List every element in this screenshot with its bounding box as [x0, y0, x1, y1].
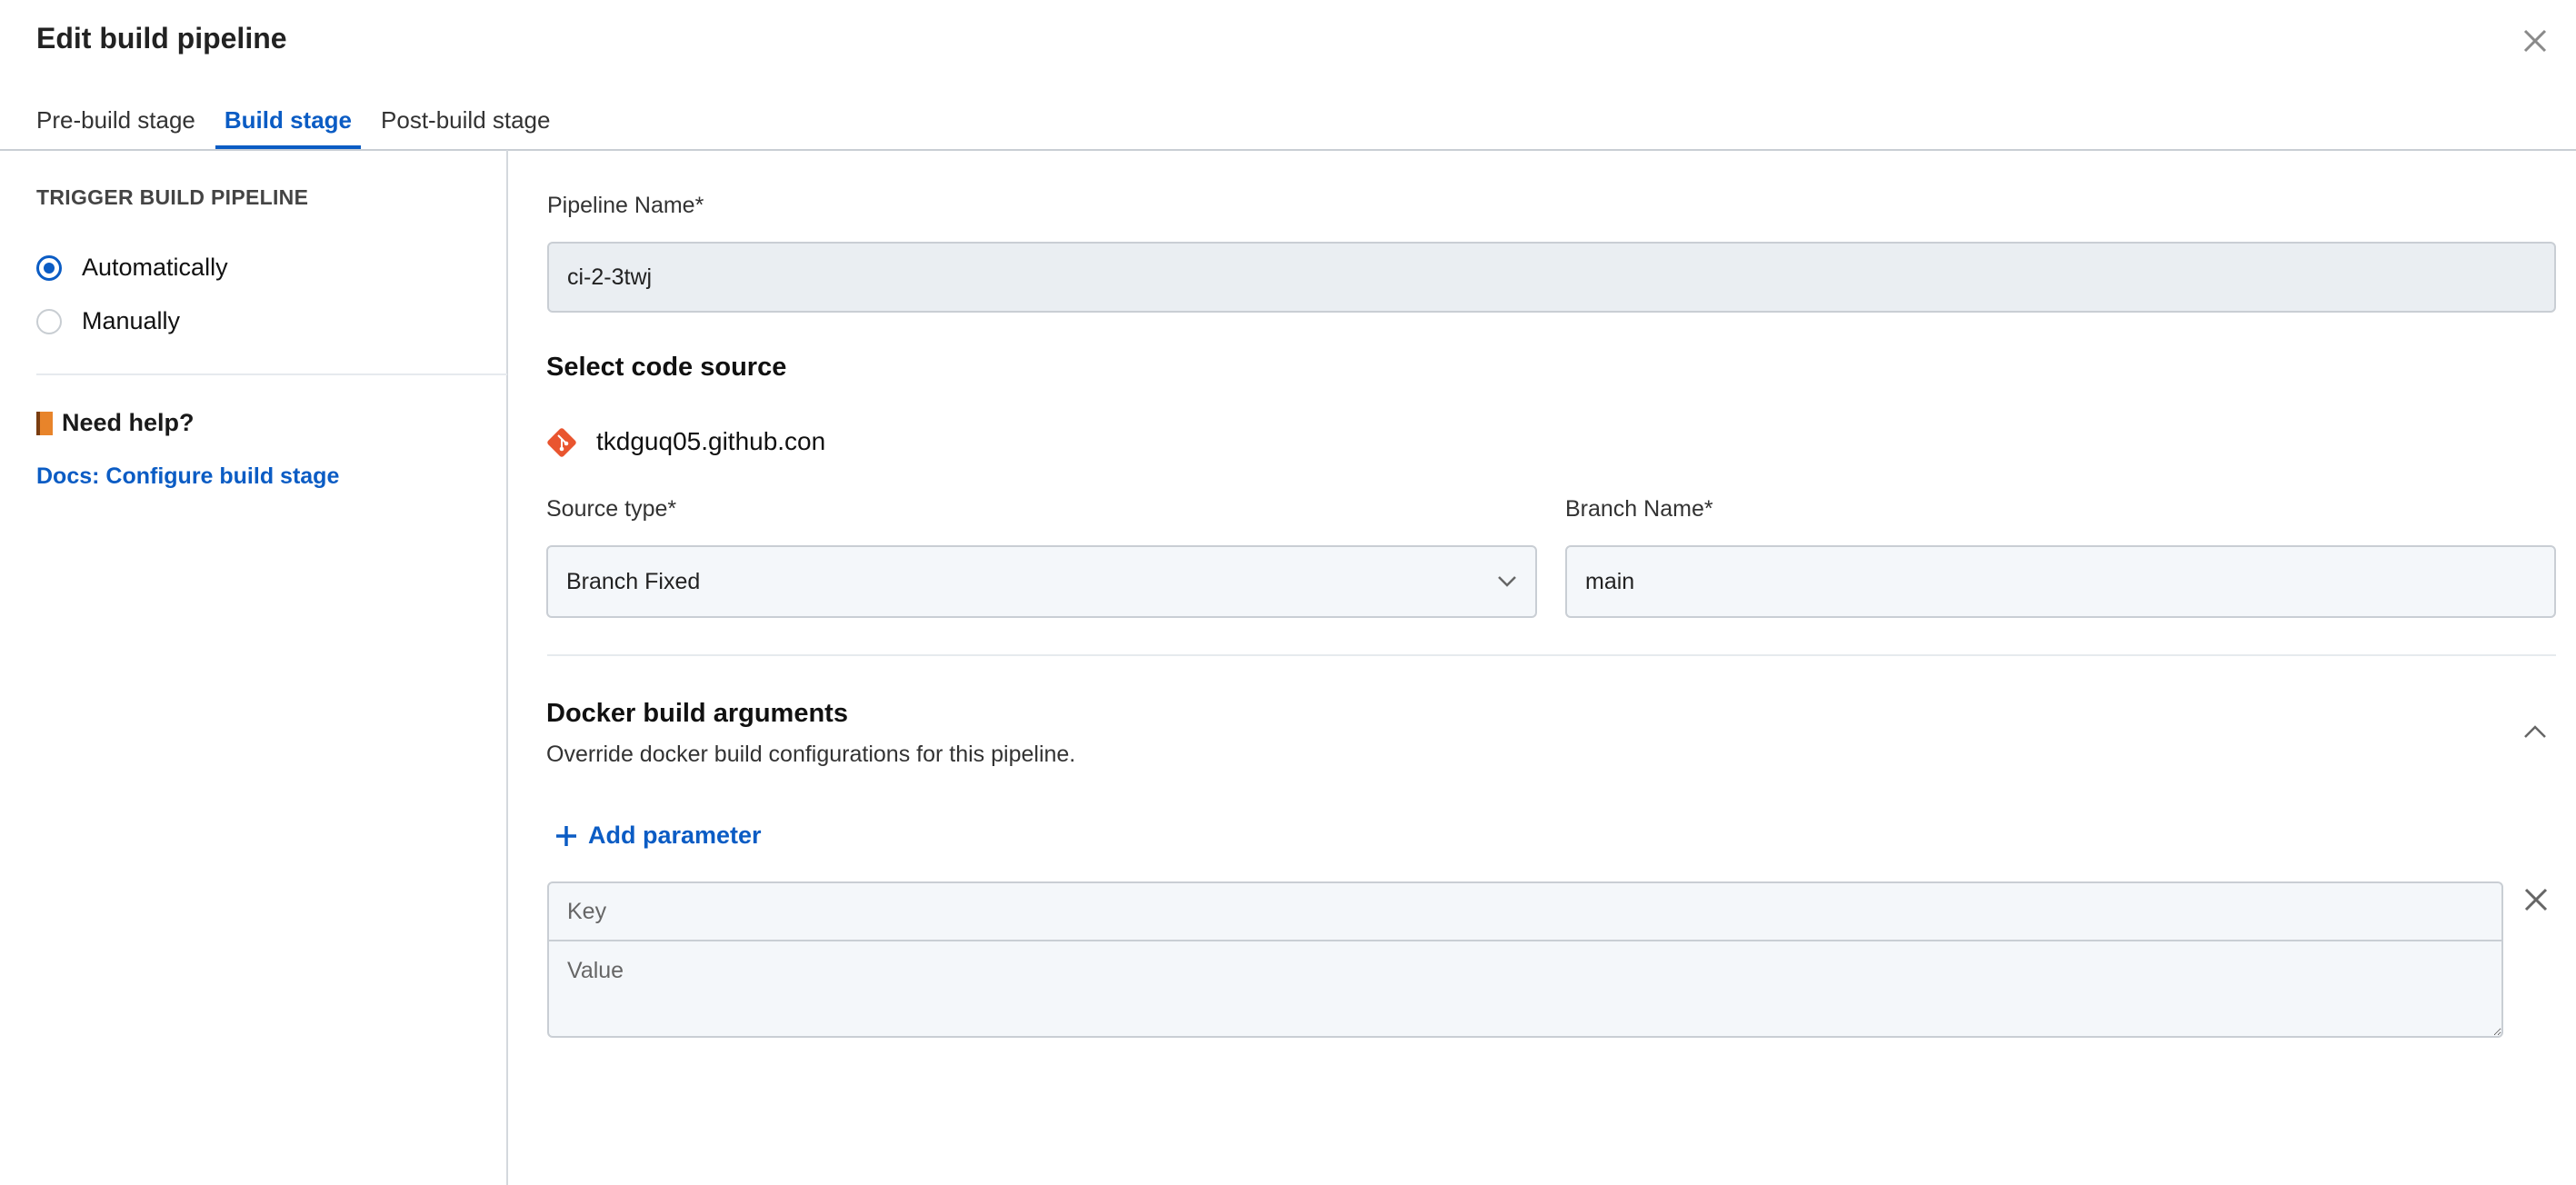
chevron-up-icon[interactable]	[2523, 723, 2547, 740]
source-type-label: Source type*	[546, 496, 677, 522]
docker-args-subtitle: Override docker build configurations for…	[546, 742, 1076, 767]
source-type-select[interactable]: Branch Fixed	[546, 545, 1537, 618]
pipeline-name-input[interactable]: ci-2-3twj	[547, 242, 2556, 313]
trigger-heading: TRIGGER BUILD PIPELINE	[36, 185, 309, 209]
section-divider	[547, 654, 2556, 656]
radio-label: Automatically	[82, 254, 228, 281]
pipeline-name-label: Pipeline Name*	[547, 193, 704, 218]
radio-automatically[interactable]: Automatically	[36, 254, 228, 282]
docker-args-heading: Docker build arguments	[546, 699, 848, 728]
radio-label: Manually	[82, 307, 181, 334]
radio-manually[interactable]: Manually	[36, 307, 180, 335]
repo-name: tkdguq05.github.con	[596, 427, 826, 455]
docs-link[interactable]: Docs: Configure build stage	[36, 463, 339, 490]
tab-build-stage[interactable]: Build stage	[215, 102, 362, 150]
git-icon	[547, 428, 576, 457]
radio-selected-icon[interactable]	[36, 254, 62, 281]
add-parameter-label: Add parameter	[588, 822, 762, 849]
tab-pre-build-stage[interactable]: Pre-build stage	[36, 102, 205, 150]
value-input[interactable]	[549, 943, 2501, 1036]
branch-name-input[interactable]: main	[1565, 545, 2556, 618]
build-argument-row	[547, 881, 2503, 1038]
need-help: Need help?	[36, 409, 195, 437]
chevron-down-icon	[1498, 576, 1516, 587]
plus-icon	[556, 825, 576, 846]
remove-parameter-icon[interactable]	[2523, 887, 2549, 912]
tab-post-build-stage[interactable]: Post-build stage	[372, 102, 559, 150]
help-title: Need help?	[62, 409, 195, 436]
sidebar-divider	[506, 150, 508, 1185]
source-type-value: Branch Fixed	[566, 568, 701, 594]
page-title: Edit build pipeline	[36, 22, 287, 55]
key-input[interactable]	[549, 883, 2501, 941]
radio-unselected-icon[interactable]	[36, 308, 62, 334]
book-icon	[36, 411, 53, 435]
tabs-divider	[0, 149, 2576, 151]
code-source-heading: Select code source	[546, 353, 787, 382]
add-parameter-button[interactable]: Add parameter	[555, 822, 762, 850]
close-icon[interactable]	[2521, 27, 2549, 55]
branch-name-label: Branch Name*	[1565, 496, 1713, 522]
stage-tabs: Pre-build stage Build stage Post-build s…	[36, 102, 570, 150]
sidebar-divider-line	[36, 373, 507, 375]
